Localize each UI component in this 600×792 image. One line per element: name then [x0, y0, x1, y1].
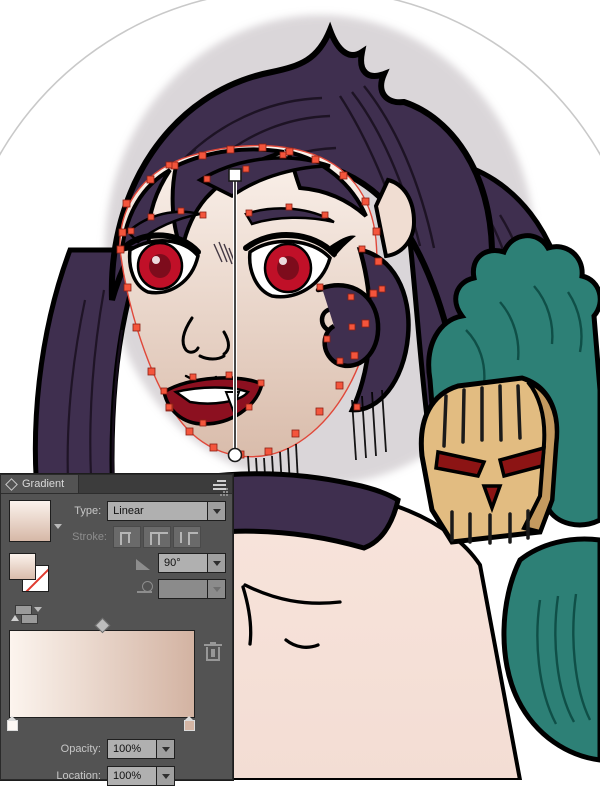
- type-label: Type:: [74, 505, 102, 517]
- stroke-row: Stroke:: [49, 526, 226, 548]
- location-row: Location: 100%: [1, 765, 232, 787]
- gradient-stop-properties: Opacity: 100% Location: 100%: [1, 738, 232, 792]
- fill-swatch[interactable]: [9, 553, 36, 580]
- type-dropdown-icon[interactable]: [207, 502, 225, 520]
- apply-gradient-within-stroke-button[interactable]: [113, 526, 141, 548]
- panel-resize-grip[interactable]: [218, 486, 230, 498]
- gradient-slider[interactable]: [7, 617, 195, 731]
- gradient-stop-right[interactable]: [184, 716, 195, 732]
- angle-row: 90°: [49, 552, 226, 574]
- aspect-ratio-input[interactable]: [158, 579, 226, 599]
- panel-tab-bar[interactable]: Gradient: [1, 475, 232, 494]
- reverse-gradient-icon[interactable]: [9, 605, 45, 625]
- angle-value: 90°: [164, 557, 181, 569]
- gradient-end-handle: [227, 447, 243, 463]
- type-row: Type: Linear: [49, 500, 226, 522]
- delete-stop-icon[interactable]: [204, 642, 222, 662]
- aspect-ratio-icon: [134, 580, 154, 598]
- aspect-ratio-dropdown-icon[interactable]: [207, 580, 225, 598]
- opacity-label: Opacity:: [60, 743, 101, 755]
- skull-mask[interactable]: [418, 375, 560, 545]
- tab-gradient[interactable]: Gradient: [1, 475, 80, 493]
- fill-stroke-indicator[interactable]: [9, 553, 53, 595]
- angle-icon: [134, 554, 154, 572]
- apply-gradient-along-stroke-button[interactable]: [143, 526, 171, 548]
- reverse-gradient-dropdown-icon[interactable]: [34, 607, 42, 612]
- stroke-gradient-buttons[interactable]: [113, 526, 201, 548]
- type-select[interactable]: Linear: [107, 501, 226, 521]
- location-dropdown-icon[interactable]: [156, 767, 174, 785]
- aspect-ratio-row: [49, 578, 226, 600]
- location-input[interactable]: 100%: [107, 766, 175, 786]
- stroke-label: Stroke:: [72, 531, 107, 543]
- gradient-panel-body: Type: Linear Stroke: 90° Opacity: 100% L…: [1, 488, 232, 786]
- location-value: 100%: [113, 770, 142, 782]
- gradient-swatch[interactable]: [9, 500, 51, 542]
- gradient-stop-left[interactable]: [7, 716, 18, 732]
- angle-input[interactable]: 90°: [158, 553, 226, 573]
- type-value: Linear: [113, 505, 144, 517]
- apply-gradient-across-stroke-button[interactable]: [173, 526, 201, 548]
- gradient-controls: Type: Linear Stroke: 90°: [49, 500, 226, 604]
- opacity-input[interactable]: 100%: [107, 739, 175, 759]
- tab-gradient-label: Gradient: [22, 478, 65, 490]
- gradient-strip[interactable]: [9, 630, 195, 718]
- opacity-row: Opacity: 100%: [1, 738, 232, 760]
- angle-dropdown-icon[interactable]: [207, 554, 225, 572]
- gradient-diamond-icon: [5, 477, 18, 491]
- location-label: Location:: [56, 770, 101, 782]
- gradient-start-handle: [228, 168, 242, 182]
- opacity-value: 100%: [113, 743, 142, 755]
- gradient-panel[interactable]: Gradient Type: Linear Stroke: 90° Opacit…: [0, 474, 233, 786]
- opacity-dropdown-icon[interactable]: [156, 740, 174, 758]
